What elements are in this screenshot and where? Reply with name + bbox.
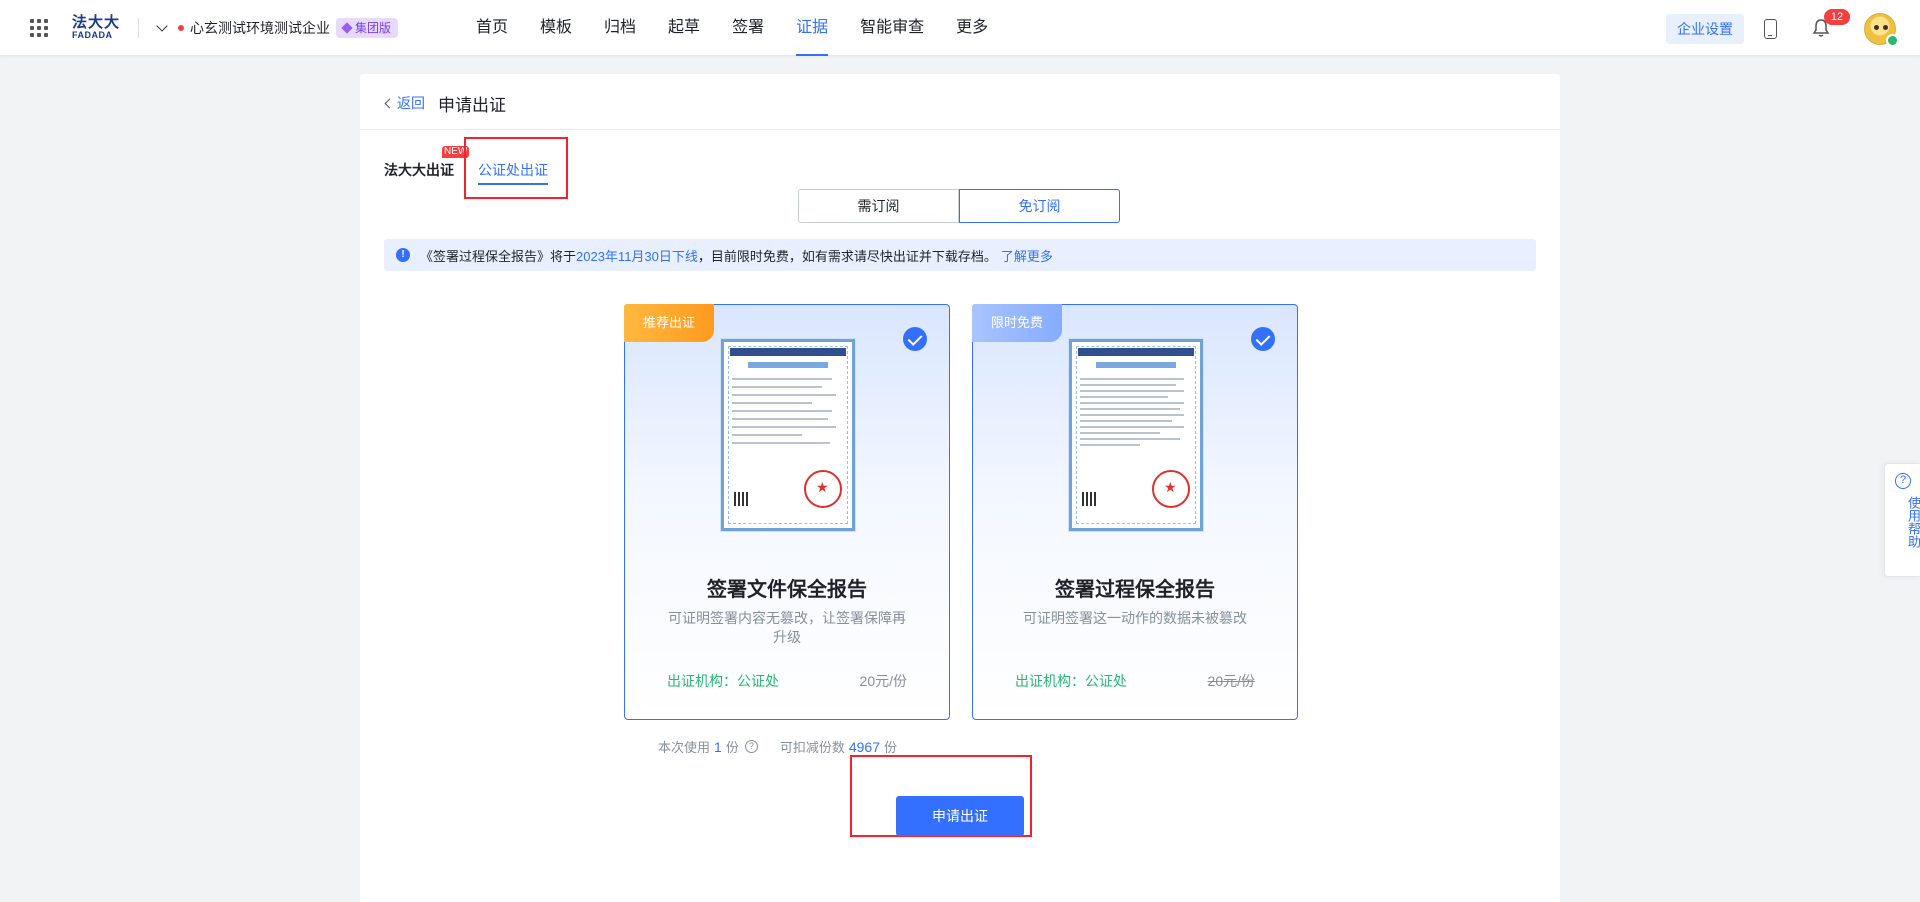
learn-more-link[interactable]: 了解更多 <box>1001 246 1053 265</box>
diamond-icon <box>341 22 353 34</box>
info-icon: ! <box>396 248 410 262</box>
nav-item-more[interactable]: 更多 <box>956 0 988 56</box>
help-question-icon[interactable]: ? <box>744 740 758 753</box>
deductible-count: 4967 <box>848 738 880 755</box>
subscription-toggle: 需订阅 免订阅 <box>798 189 1120 223</box>
nav-item-draft[interactable]: 起草 <box>668 0 700 56</box>
option-price-original: 20元/份 <box>1207 673 1255 689</box>
option-title: 签署文件保全报告 <box>707 579 867 601</box>
card-header: 返回 申请出证 <box>360 74 1560 130</box>
fadada-logo[interactable]: 法大大 FADADA <box>72 15 122 43</box>
notice-text-2: ，目前限时免费，如有需求请尽快出证并下载存档。 <box>697 248 997 264</box>
limited-free-tag: 限时免费 <box>972 304 1062 342</box>
logo-text: 法大大 <box>72 14 121 31</box>
main-card: 返回 申请出证 法大大出证 NEW 公证处出证 需订阅 免订阅 ! 《签署过程保… <box>360 74 1560 902</box>
nav-item-archive[interactable]: 归档 <box>604 0 636 56</box>
main-nav: 首页 模板 归档 起草 签署 证据 智能审查 更多 <box>476 0 1020 56</box>
usage-unit: 份 <box>725 740 739 755</box>
nav-item-templates[interactable]: 模板 <box>540 0 572 56</box>
header-divider <box>138 18 139 38</box>
certificate-preview <box>721 339 855 531</box>
deductible-unit: 份 <box>884 740 898 755</box>
enterprise-settings-button[interactable]: 企业设置 <box>1666 14 1744 44</box>
logo-subtext: FADADA <box>72 30 113 40</box>
usage-summary: 本次使用 1 份 ? 可扣减份数 4967 份 <box>658 737 897 756</box>
check-icon <box>903 327 927 351</box>
top-bar: 法大大 FADADA 心玄测试环境测试企业 集团版 首页 模板 归档 起草 签署… <box>0 0 1920 56</box>
mobile-icon[interactable] <box>1764 19 1777 39</box>
notification-badge: 12 <box>1824 9 1850 25</box>
tab-fadada-evidence[interactable]: 法大大出证 <box>384 160 454 180</box>
nav-item-home[interactable]: 首页 <box>476 0 508 56</box>
chevron-down-icon <box>156 20 168 32</box>
help-side-tab[interactable]: ? 使用帮助 <box>1884 463 1920 577</box>
question-circle-icon: ? <box>1895 473 1911 489</box>
seal-stamp <box>804 470 842 508</box>
usage-label: 本次使用 <box>658 740 711 755</box>
issuing-organization: 出证机构：公证处 <box>1015 673 1127 689</box>
option-subscription-free[interactable]: 免订阅 <box>959 189 1120 223</box>
check-icon <box>1251 327 1275 351</box>
status-dot <box>178 25 184 31</box>
deductible-label: 可扣减份数 <box>779 740 845 755</box>
notice-date: 2023年11月30日下线 <box>576 248 698 264</box>
nav-item-sign[interactable]: 签署 <box>732 0 764 56</box>
page-title: 申请出证 <box>438 96 506 115</box>
chevron-left-icon <box>384 98 395 108</box>
user-avatar[interactable] <box>1864 13 1899 47</box>
option-description: 可证明签署这一动作的数据未被篡改 <box>1023 610 1247 626</box>
company-switcher[interactable]: 心玄测试环境测试企业 集团版 <box>156 17 399 39</box>
help-label: 使用帮助 <box>1906 496 1920 548</box>
apply-evidence-button[interactable]: 申请出证 <box>896 796 1024 836</box>
option-card-file-report[interactable]: 推荐出证 签署文件保全报告 可证明签署内容无篡改，让签署保障再升级 出证机构：公… <box>624 304 950 720</box>
edition-badge: 集团版 <box>336 18 399 38</box>
notice-text-1: 《签署过程保全报告》将于 <box>420 248 577 264</box>
seal-stamp <box>1152 470 1190 508</box>
nav-item-smart-review[interactable]: 智能审查 <box>860 0 924 56</box>
highlight-box-tab <box>464 137 568 199</box>
certificate-preview <box>1069 339 1203 531</box>
option-price: 20元/份 <box>859 673 907 689</box>
apps-grid-icon[interactable] <box>30 19 48 37</box>
recommend-tag: 推荐出证 <box>624 304 714 342</box>
option-subscription-required[interactable]: 需订阅 <box>798 189 959 223</box>
option-description: 可证明签署内容无篡改，让签署保障再升级 <box>668 610 906 645</box>
option-title: 签署过程保全报告 <box>1055 579 1215 601</box>
back-link[interactable]: 返回 <box>384 93 425 113</box>
option-card-process-report[interactable]: 限时免费 签署过程保全报告 可证明签署这一动作的数据未被篡改 出证机构：公证处 … <box>972 304 1298 720</box>
company-name: 心玄测试环境测试企业 <box>190 20 330 36</box>
nav-item-evidence[interactable]: 证据 <box>796 0 829 56</box>
usage-count: 1 <box>714 738 722 755</box>
verified-icon <box>1886 34 1899 47</box>
issuing-organization: 出证机构：公证处 <box>667 673 779 689</box>
notice-bar: ! 《签署过程保全报告》将于 2023年11月30日下线 ，目前限时免费，如有需… <box>384 239 1536 271</box>
